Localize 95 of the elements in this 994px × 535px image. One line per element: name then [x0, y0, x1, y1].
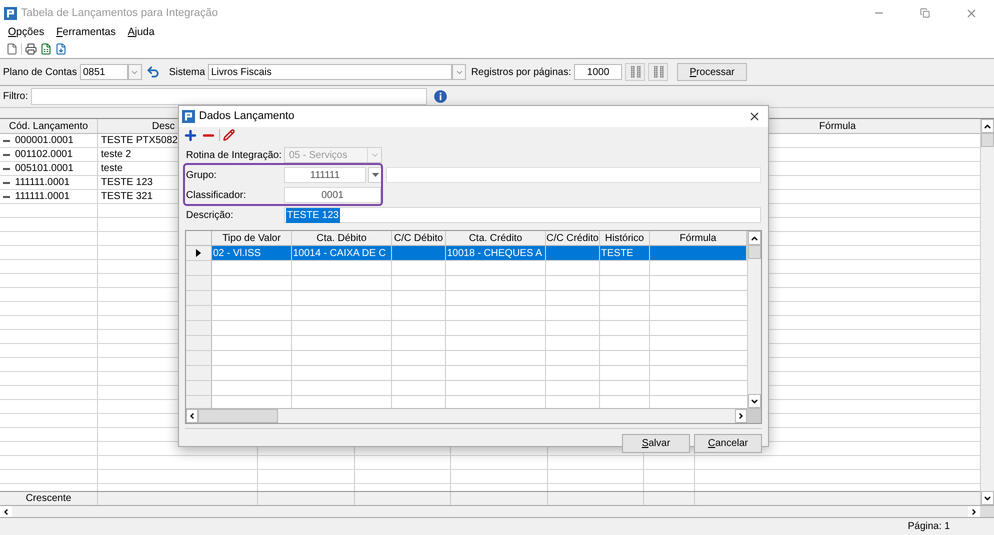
- chevron-right-icon: [970, 508, 978, 516]
- column-header[interactable]: Cta. Débito: [292, 231, 392, 245]
- code-text: 111111.0001: [15, 176, 70, 190]
- info-icon[interactable]: [434, 90, 447, 103]
- chevron-left-icon: [2, 508, 10, 516]
- table-cell: TESTE: [600, 246, 650, 260]
- group-name-field[interactable]: [386, 167, 761, 183]
- chevron-up-icon: [983, 122, 992, 130]
- dialog-button[interactable]: Salvar: [622, 434, 690, 453]
- column-header[interactable]: Histórico: [600, 231, 650, 245]
- add-icon[interactable]: [183, 128, 198, 142]
- page-indicator: Página: 1: [908, 520, 950, 534]
- column-header[interactable]: Cta. Crédito: [446, 231, 546, 245]
- field-label: Descrição:: [186, 210, 234, 220]
- dash-icon: [3, 182, 10, 184]
- scroll-corner: [980, 506, 994, 517]
- field-value: TESTE 123: [286, 208, 340, 222]
- new-document-icon[interactable]: [6, 43, 18, 55]
- table-cell: 10014 - CAIXA DE C: [292, 246, 392, 260]
- chevron-down-icon: [983, 494, 992, 502]
- app-logo-icon: [182, 110, 195, 123]
- column-header[interactable]: C/C Débito: [392, 231, 446, 245]
- plan-label: Plano de Contas: [3, 66, 77, 80]
- description-field[interactable]: TESTE 123: [284, 207, 761, 223]
- row-header-cell[interactable]: [186, 381, 212, 395]
- app-logo-icon: [4, 6, 17, 20]
- table-cell: 10018 - CHEQUES A: [446, 246, 546, 260]
- pattern-icon: [628, 65, 642, 79]
- row-header-cell[interactable]: [186, 246, 212, 260]
- spreadsheet-icon[interactable]: [40, 43, 52, 55]
- filter-label: Filtro:: [3, 90, 28, 104]
- per-page-field[interactable]: 1000: [574, 64, 622, 80]
- pattern-icon: [651, 65, 666, 79]
- menu-item[interactable]: Opções: [8, 25, 44, 41]
- pencil-icon[interactable]: [223, 129, 235, 141]
- code-text: 111111.0001: [15, 190, 70, 204]
- column-header[interactable]: C/C Crédito: [546, 231, 600, 245]
- row-header-cell[interactable]: [186, 366, 212, 380]
- row-header-cell[interactable]: [186, 276, 212, 290]
- scroll-down-button[interactable]: [981, 491, 994, 505]
- dash-icon: [3, 168, 10, 170]
- restore-icon[interactable]: [920, 8, 930, 18]
- column-header[interactable]: Tipo de Valor: [212, 231, 292, 245]
- dash-icon: [3, 140, 10, 142]
- column-header[interactable]: Cód. Lançamento: [0, 119, 98, 133]
- scroll-right-button[interactable]: [735, 409, 747, 423]
- dialog-title: Dados Lançamento: [199, 109, 294, 124]
- process-button[interactable]: Processar: [677, 63, 748, 81]
- chevron-right-icon: [737, 412, 745, 420]
- scroll-thumb[interactable]: [981, 133, 994, 147]
- row-header-cell[interactable]: [186, 321, 212, 335]
- filter-field[interactable]: [31, 88, 427, 105]
- scroll-thumb[interactable]: [198, 409, 278, 423]
- dialog-button[interactable]: Cancelar: [694, 434, 762, 453]
- chevron-left-icon: [188, 412, 196, 420]
- dash-icon: [3, 154, 10, 156]
- scroll-up-button[interactable]: [981, 119, 994, 133]
- scroll-down-button[interactable]: [748, 394, 761, 408]
- dash-icon: [3, 196, 10, 198]
- system-label: Sistema: [168, 66, 206, 80]
- row-pointer-icon: [196, 249, 201, 257]
- menu-item[interactable]: Ajuda: [128, 25, 155, 41]
- row-header-cell[interactable]: [186, 351, 212, 365]
- scroll-up-button[interactable]: [748, 231, 761, 245]
- window-title: Tabela de Lançamentos para Integração: [21, 6, 218, 21]
- classifier-field[interactable]: 0001: [284, 187, 381, 203]
- row-header-cell[interactable]: [186, 261, 212, 275]
- toolbar-button[interactable]: [648, 63, 668, 81]
- row-header-cell[interactable]: [186, 306, 212, 320]
- chevron-down-icon: [750, 396, 759, 406]
- close-icon[interactable]: [748, 110, 760, 123]
- table-cell: 02 - Vl.ISS: [212, 246, 292, 260]
- chevron-up-icon: [750, 234, 759, 242]
- undo-icon[interactable]: [146, 65, 160, 79]
- plan-combo[interactable]: 0851: [80, 64, 128, 80]
- scroll-right-button[interactable]: [968, 506, 980, 517]
- system-combo[interactable]: Livros Fiscais: [208, 64, 452, 80]
- table-row[interactable]: 02 - Vl.ISS 10014 - CAIXA DE C 10018 - CHEQUES A TESTE: [186, 246, 747, 261]
- row-header-cell[interactable]: [186, 291, 212, 305]
- printer-icon[interactable]: [25, 43, 37, 55]
- group-field[interactable]: 111111: [284, 167, 366, 183]
- menu-item[interactable]: Ferramentas: [56, 25, 116, 41]
- row-header-cell[interactable]: [186, 396, 212, 408]
- export-icon[interactable]: [55, 43, 67, 55]
- scroll-left-button[interactable]: [0, 506, 12, 517]
- scroll-left-button[interactable]: [186, 409, 198, 423]
- scroll-thumb[interactable]: [748, 245, 761, 259]
- code-text: 005101.0001: [15, 162, 74, 176]
- per-page-label: Registros por páginas:: [471, 66, 572, 80]
- toolbar-button[interactable]: [625, 63, 646, 81]
- row-header-cell[interactable]: [186, 336, 212, 350]
- code-text: 001102.0001: [15, 148, 73, 162]
- code-text: 000001.0001: [15, 134, 74, 148]
- caret-icon: [372, 173, 379, 177]
- field-label: Classificador:: [186, 190, 246, 200]
